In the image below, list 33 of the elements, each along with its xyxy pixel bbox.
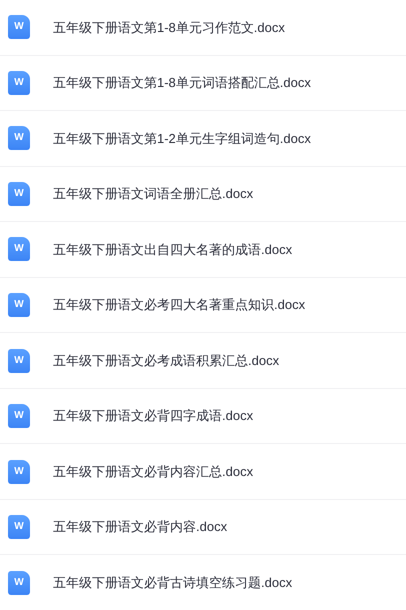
file-row[interactable]: W 五年级下册语文必考成语积累汇总.docx [0,333,406,389]
file-row[interactable]: W 五年级下册语文第1-8单元习作范文.docx [0,0,406,56]
document-icon: W [8,404,30,428]
file-name: 五年级下册语文必考成语积累汇总.docx [53,352,280,370]
file-name: 五年级下册语文必背内容汇总.docx [53,462,254,481]
file-row[interactable]: W 五年级下册语文词语全册汇总.docx [0,166,406,222]
document-icon: W [8,15,30,40]
file-name: 五年级下册语文第1-8单元词语搭配汇总.docx [53,74,311,92]
document-icon: W [8,70,30,95]
file-row[interactable]: W 五年级下册语文第1-2单元生字组词造句.docx [0,111,406,167]
file-row[interactable]: W 五年级下册语文第1-8单元词语搭配汇总.docx [0,56,406,112]
file-row[interactable]: W 五年级下册语文必背古诗填空练习题.docx [0,555,406,610]
file-name: 五年级下册语文必背四字成语.docx [53,407,254,426]
file-name: 五年级下册语文必背内容.docx [53,518,228,536]
document-icon: W [8,237,30,262]
file-name: 五年级下册语文第1-8单元习作范文.docx [53,18,285,37]
file-name: 五年级下册语文出自四大名著的成语.docx [53,240,292,259]
file-name: 五年级下册语文必考四大名著重点知识.docx [53,296,306,314]
file-name: 五年级下册语文必背古诗填空练习题.docx [53,574,292,592]
file-row[interactable]: W 五年级下册语文出自四大名著的成语.docx [0,222,406,278]
document-icon: W [8,460,30,484]
file-row[interactable]: W 五年级下册语文必背内容汇总.docx [0,444,406,500]
file-name: 五年级下册语文词语全册汇总.docx [53,185,254,204]
file-row[interactable]: W 五年级下册语文必背四字成语.docx [0,388,406,444]
document-icon: W [8,515,30,540]
document-icon: W [8,348,30,373]
file-row[interactable]: W 五年级下册语文必考四大名著重点知识.docx [0,278,406,334]
document-icon: W [8,126,30,150]
document-icon: W [8,182,30,206]
document-icon: W [8,570,30,595]
file-name: 五年级下册语文第1-2单元生字组词造句.docx [53,130,311,148]
file-row[interactable]: W 五年级下册语文必背内容.docx [0,500,406,556]
document-icon: W [8,293,30,317]
